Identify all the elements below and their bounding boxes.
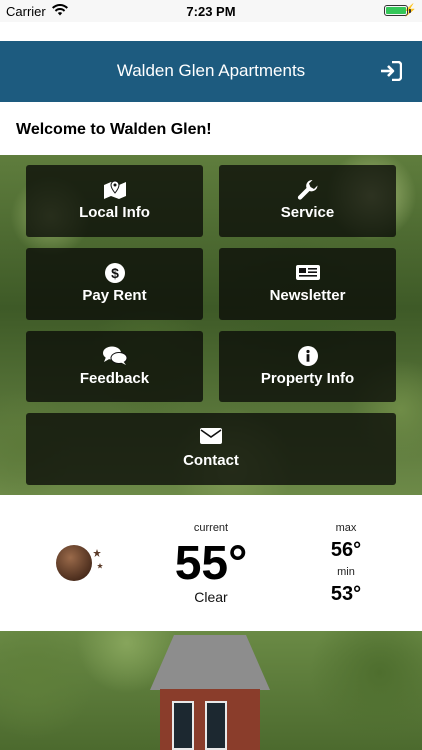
wrench-icon: [219, 179, 396, 201]
newspaper-icon: [219, 262, 396, 284]
login-icon[interactable]: [380, 60, 403, 82]
svg-text:$: $: [111, 265, 119, 281]
dollar-icon: $: [26, 262, 203, 284]
status-time: 7:23 PM: [186, 4, 236, 19]
current-temperature: 55°: [174, 537, 248, 590]
property-info-label: Property Info: [260, 370, 355, 387]
envelope-icon: [26, 427, 396, 449]
comments-icon: [26, 345, 203, 367]
property-info-button[interactable]: Property Info: [219, 331, 396, 402]
contact-button[interactable]: Contact: [26, 413, 396, 485]
local-info-label: Local Info: [79, 204, 150, 221]
moon-stars-icon: [54, 543, 106, 583]
nav-bar: Walden Glen Apartments: [0, 41, 422, 102]
service-label: Service: [280, 204, 335, 221]
pay-rent-button[interactable]: $ Pay Rent: [26, 248, 203, 320]
info-icon: [219, 345, 396, 367]
nav-title: Walden Glen Apartments: [116, 61, 306, 80]
service-button[interactable]: Service: [219, 165, 396, 237]
feedback-label: Feedback: [79, 370, 150, 387]
newsletter-label: Newsletter: [269, 287, 346, 304]
min-temperature: 53°: [330, 583, 362, 605]
weather-condition: Clear: [194, 589, 228, 605]
feedback-button[interactable]: Feedback: [26, 331, 203, 402]
pay-rent-label: Pay Rent: [82, 287, 147, 304]
max-label: max: [335, 522, 357, 534]
property-photo: [0, 631, 422, 750]
welcome-heading: Welcome to Walden Glen!: [16, 121, 212, 138]
min-label: min: [337, 566, 355, 578]
contact-label: Contact: [183, 452, 239, 469]
max-temperature: 56°: [330, 539, 362, 561]
local-info-button[interactable]: Local Info: [26, 165, 203, 237]
battery-icon: [384, 5, 411, 16]
current-label: current: [193, 522, 229, 534]
status-bar: Carrier 7:23 PM ⚡: [0, 0, 422, 22]
map-marker-icon: [26, 179, 203, 201]
newsletter-button[interactable]: Newsletter: [219, 248, 396, 320]
